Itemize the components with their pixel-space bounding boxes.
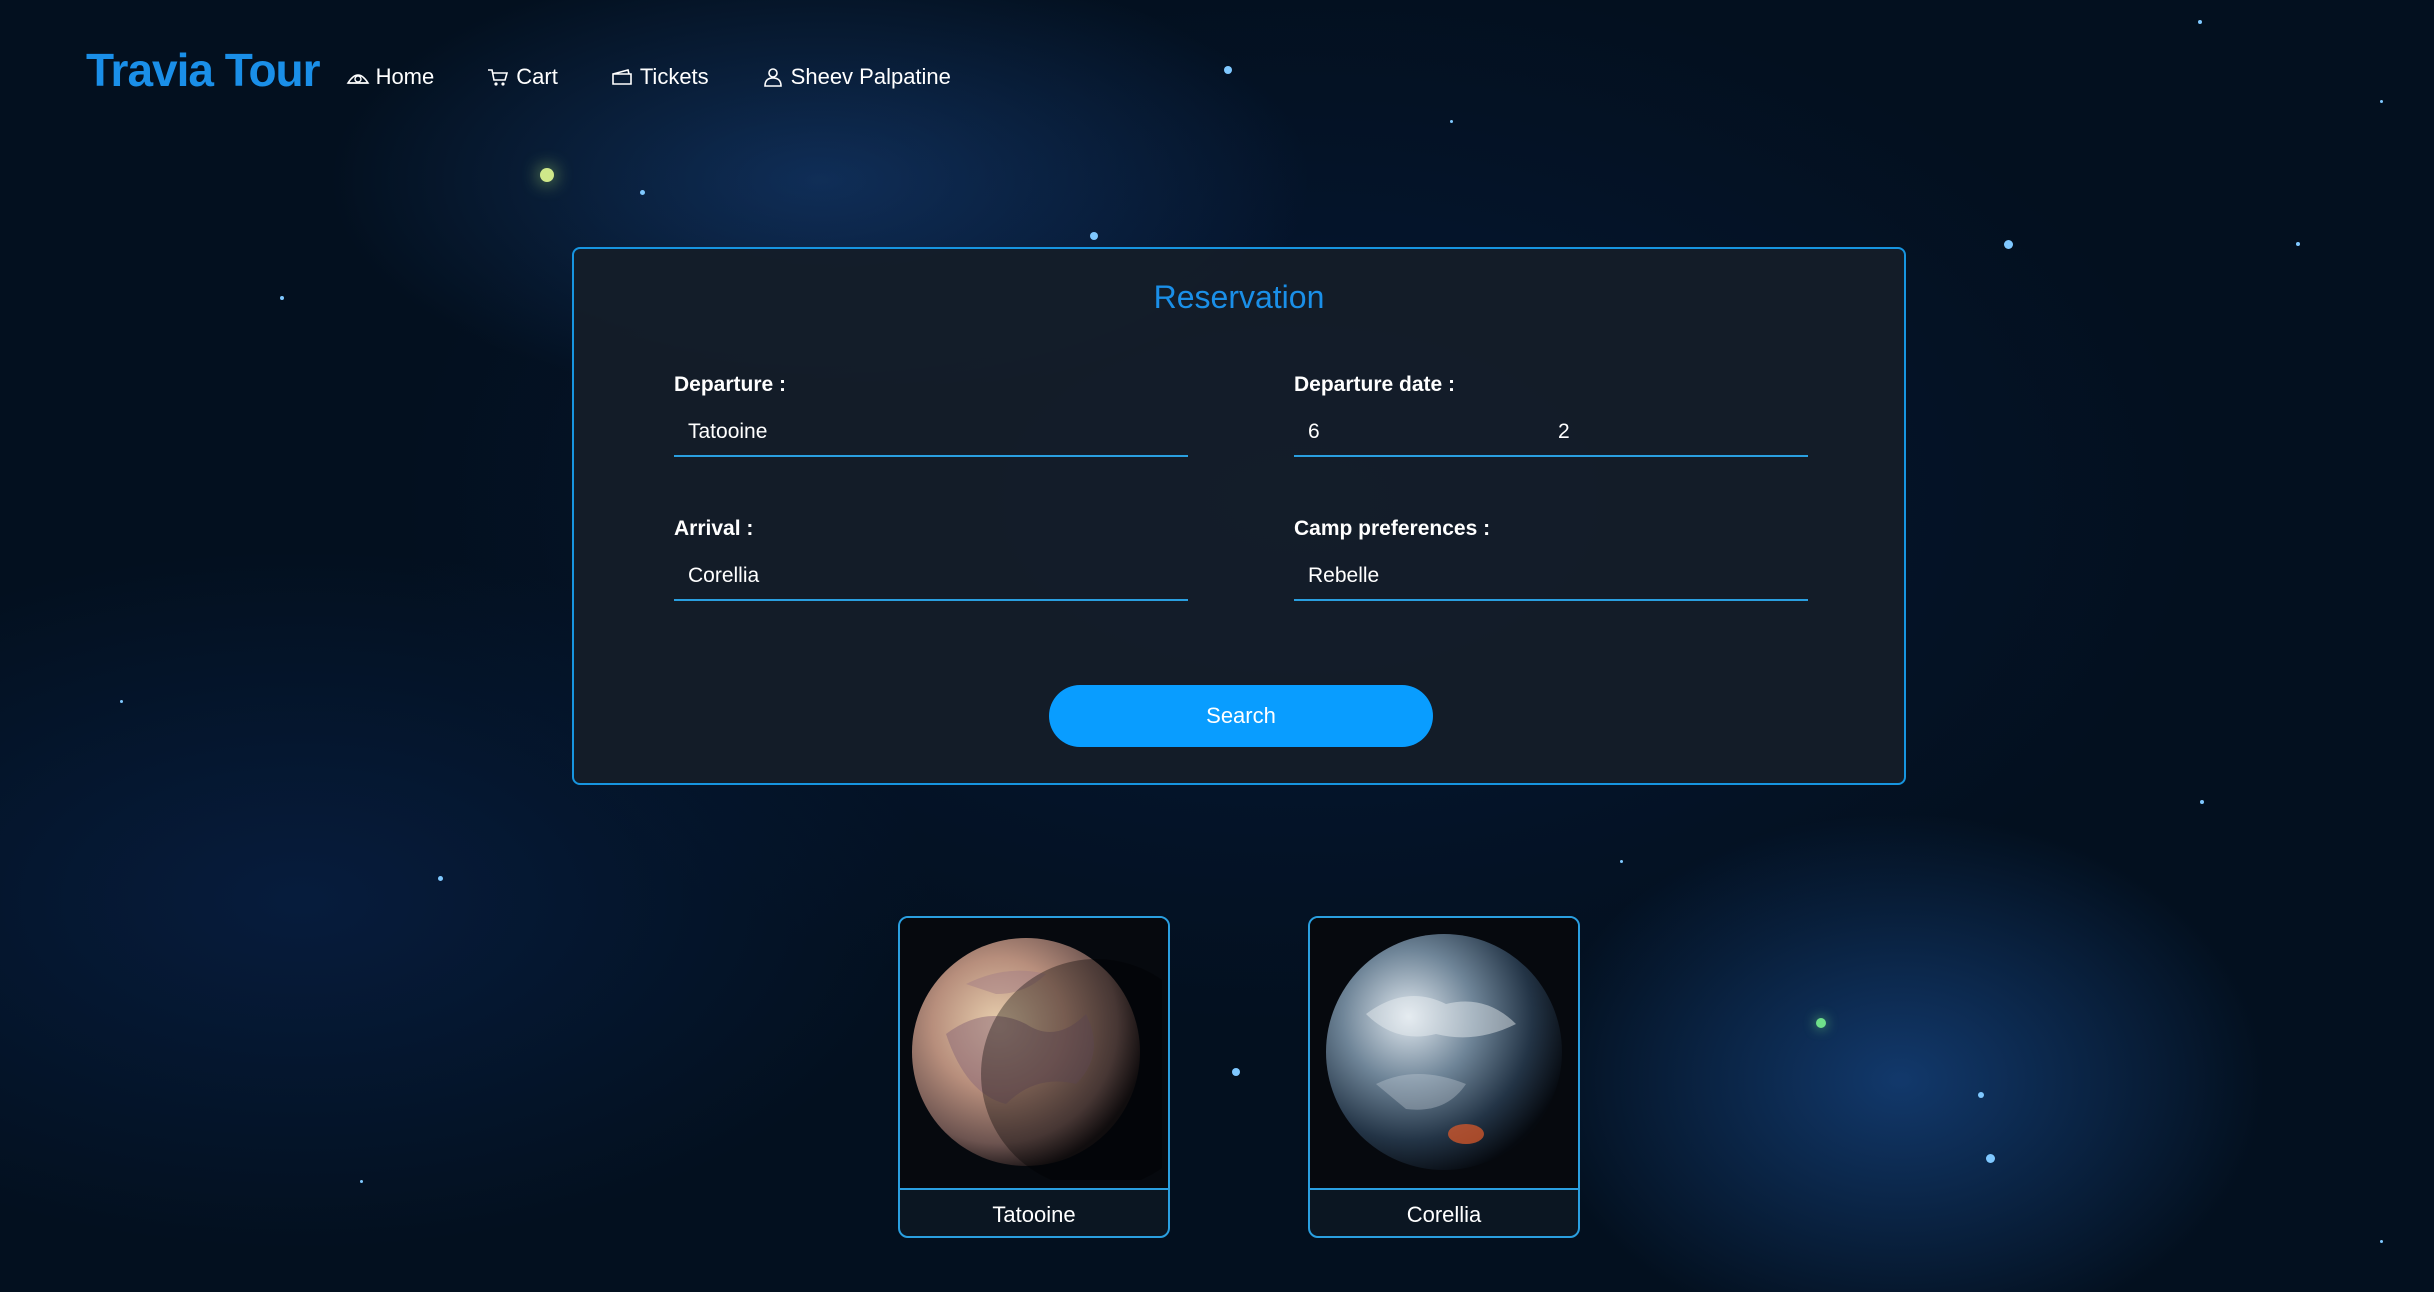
departure-label: Departure : (674, 373, 787, 396)
nav-profile-label: Sheev Palpatine (790, 64, 951, 89)
camp-preferences-select[interactable]: Rebelle (1294, 553, 1808, 601)
top-navigation: Travia Tour Home Cart Tickets Sheev Palp… (86, 44, 1003, 96)
departure-date-day[interactable]: 6 (1308, 420, 1558, 444)
departure-field: Departure : Tatooine (674, 373, 1188, 457)
ticket-icon (612, 69, 632, 85)
nav-profile[interactable]: Sheev Palpatine (761, 64, 951, 90)
departure-date-month[interactable]: 2 (1558, 420, 1808, 444)
departure-input[interactable]: Tatooine (674, 409, 1188, 457)
arrival-label: Arrival : (674, 517, 754, 540)
reservation-panel: Reservation Departure : Tatooine Departu… (572, 247, 1906, 785)
cart-icon (488, 69, 509, 86)
arrival-field: Arrival : Corellia (674, 517, 1188, 601)
reservation-title: Reservation (1153, 279, 1325, 315)
corellia-planet-image (1310, 918, 1578, 1190)
nav-home[interactable]: Home (346, 64, 435, 90)
arrival-input[interactable]: Corellia (674, 553, 1188, 601)
nav-tickets[interactable]: Tickets (610, 64, 709, 90)
departure-date-field: Departure date : 6 2 (1294, 373, 1808, 457)
user-icon (763, 68, 782, 87)
destination-name: Corellia (1406, 1202, 1482, 1227)
nav-home-label: Home (375, 64, 435, 89)
camp-preferences-field: Camp preferences : Rebelle (1294, 517, 1808, 601)
destination-card-corellia[interactable]: Corellia (1308, 916, 1580, 1238)
search-button[interactable]: Search (1049, 685, 1433, 747)
nav-cart[interactable]: Cart (486, 64, 558, 90)
departure-date-input[interactable]: 6 2 (1294, 409, 1808, 457)
logo[interactable]: Travia Tour (86, 43, 321, 97)
nav-cart-label: Cart (516, 64, 558, 89)
nav-tickets-label: Tickets (639, 64, 709, 89)
tatooine-planet-image (900, 918, 1168, 1190)
departure-date-label: Departure date : (1294, 373, 1456, 396)
camp-preferences-label: Camp preferences : (1294, 517, 1491, 540)
home-icon (346, 74, 370, 84)
destination-name: Tatooine (992, 1202, 1076, 1227)
destination-card-tatooine[interactable]: Tatooine (898, 916, 1170, 1238)
